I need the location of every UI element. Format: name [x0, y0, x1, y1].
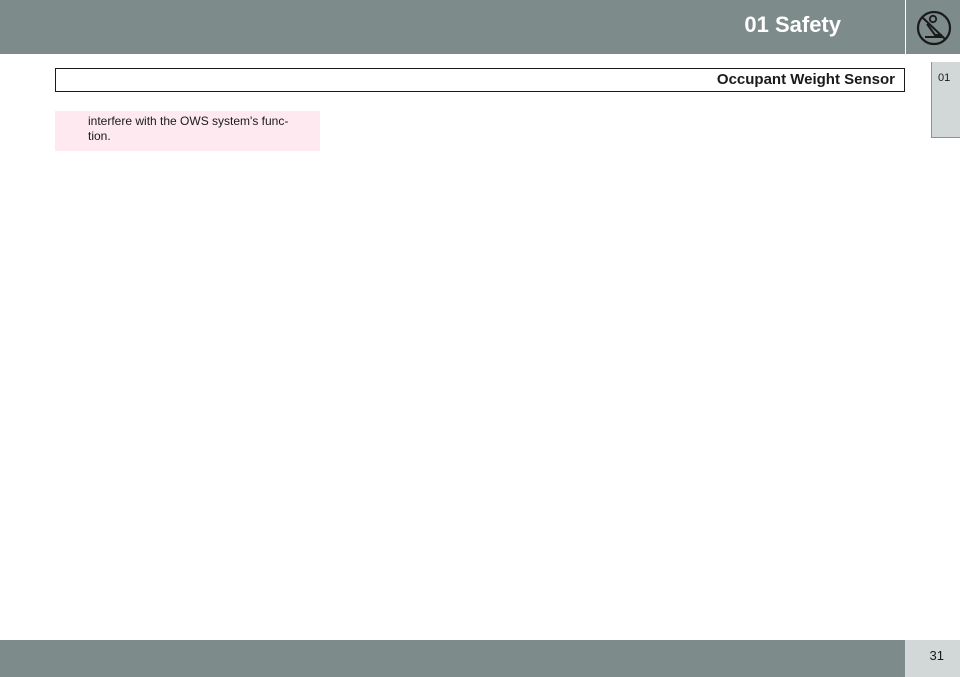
note-text: interfere with the OWS system's func- ti…	[88, 114, 310, 144]
chapter-side-tab[interactable]: 01	[931, 62, 960, 138]
footer-band	[0, 640, 905, 677]
warning-note: interfere with the OWS system's func- ti…	[55, 111, 320, 151]
chapter-icon-box	[905, 0, 960, 54]
page-number-box: 31	[905, 640, 960, 677]
note-line: interfere with the OWS system's func-	[88, 114, 289, 128]
section-header: Occupant Weight Sensor	[55, 68, 905, 92]
note-line: tion.	[88, 129, 111, 143]
side-tab-label: 01	[938, 72, 951, 84]
chapter-title: 01 Safety	[744, 12, 841, 37]
page-number: 31	[929, 648, 944, 663]
seated-person-icon	[916, 10, 952, 46]
section-title: Occupant Weight Sensor	[716, 71, 895, 88]
header-band: 01 Safety	[0, 0, 905, 54]
